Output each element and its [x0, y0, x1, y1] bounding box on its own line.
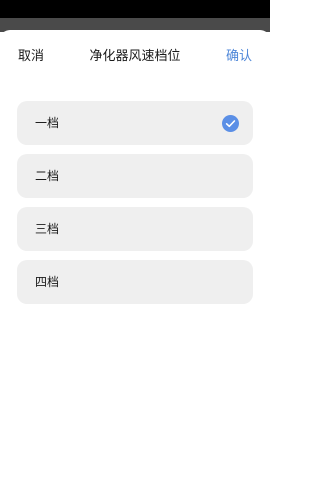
option-speed-2[interactable]: 二档: [17, 154, 253, 198]
sheet-header: 取消 净化器风速档位 确认: [0, 30, 270, 86]
option-label: 一档: [35, 116, 60, 130]
fan-speed-options: 一档 二档 三档 四档: [17, 101, 253, 313]
option-label: 三档: [35, 222, 60, 236]
option-label: 二档: [35, 169, 60, 183]
confirm-button[interactable]: 确认: [226, 49, 252, 65]
option-speed-1[interactable]: 一档: [17, 101, 253, 145]
option-label: 四档: [35, 275, 60, 289]
option-speed-4[interactable]: 四档: [17, 260, 253, 304]
status-bar: [0, 0, 270, 18]
bottom-sheet: 取消 净化器风速档位 确认 一档 二档 三档 四档: [0, 30, 270, 480]
checkmark-icon: [222, 115, 239, 132]
option-speed-3[interactable]: 三档: [17, 207, 253, 251]
